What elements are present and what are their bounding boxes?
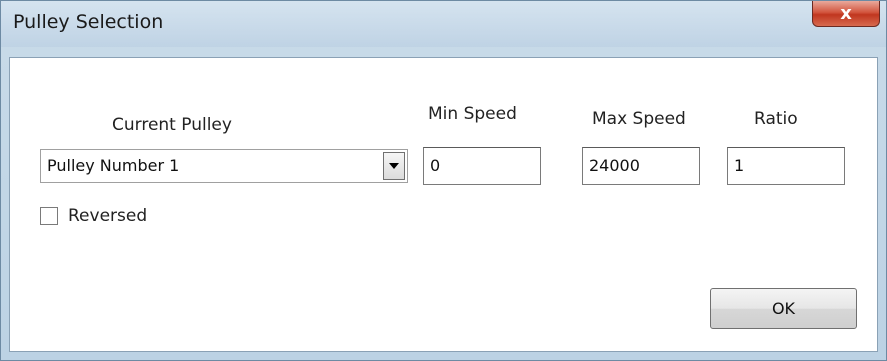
window-title: Pulley Selection [13,11,164,33]
dialog-window: Pulley Selection x Current Pulley Min Sp… [0,0,887,361]
min-speed-label: Min Speed [428,104,517,124]
max-speed-label: Max Speed [592,109,686,129]
reversed-checkbox[interactable] [40,207,58,225]
current-pulley-label: Current Pulley [112,115,232,135]
current-pulley-value: Pulley Number 1 [47,156,180,175]
current-pulley-select[interactable]: Pulley Number 1 [40,149,408,183]
dialog-body: Current Pulley Min Speed Max Speed Ratio… [9,57,878,352]
dropdown-button[interactable] [383,152,405,180]
title-bar: Pulley Selection x [1,1,886,47]
ratio-label: Ratio [754,109,798,129]
ratio-input[interactable]: 1 [727,147,845,185]
close-button[interactable]: x [812,1,880,27]
reversed-label: Reversed [68,206,148,226]
close-icon: x [840,3,852,24]
chevron-down-icon [389,163,399,169]
min-speed-input[interactable]: 0 [423,147,541,185]
ok-button[interactable]: OK [710,288,857,329]
max-speed-input[interactable]: 24000 [582,147,700,185]
